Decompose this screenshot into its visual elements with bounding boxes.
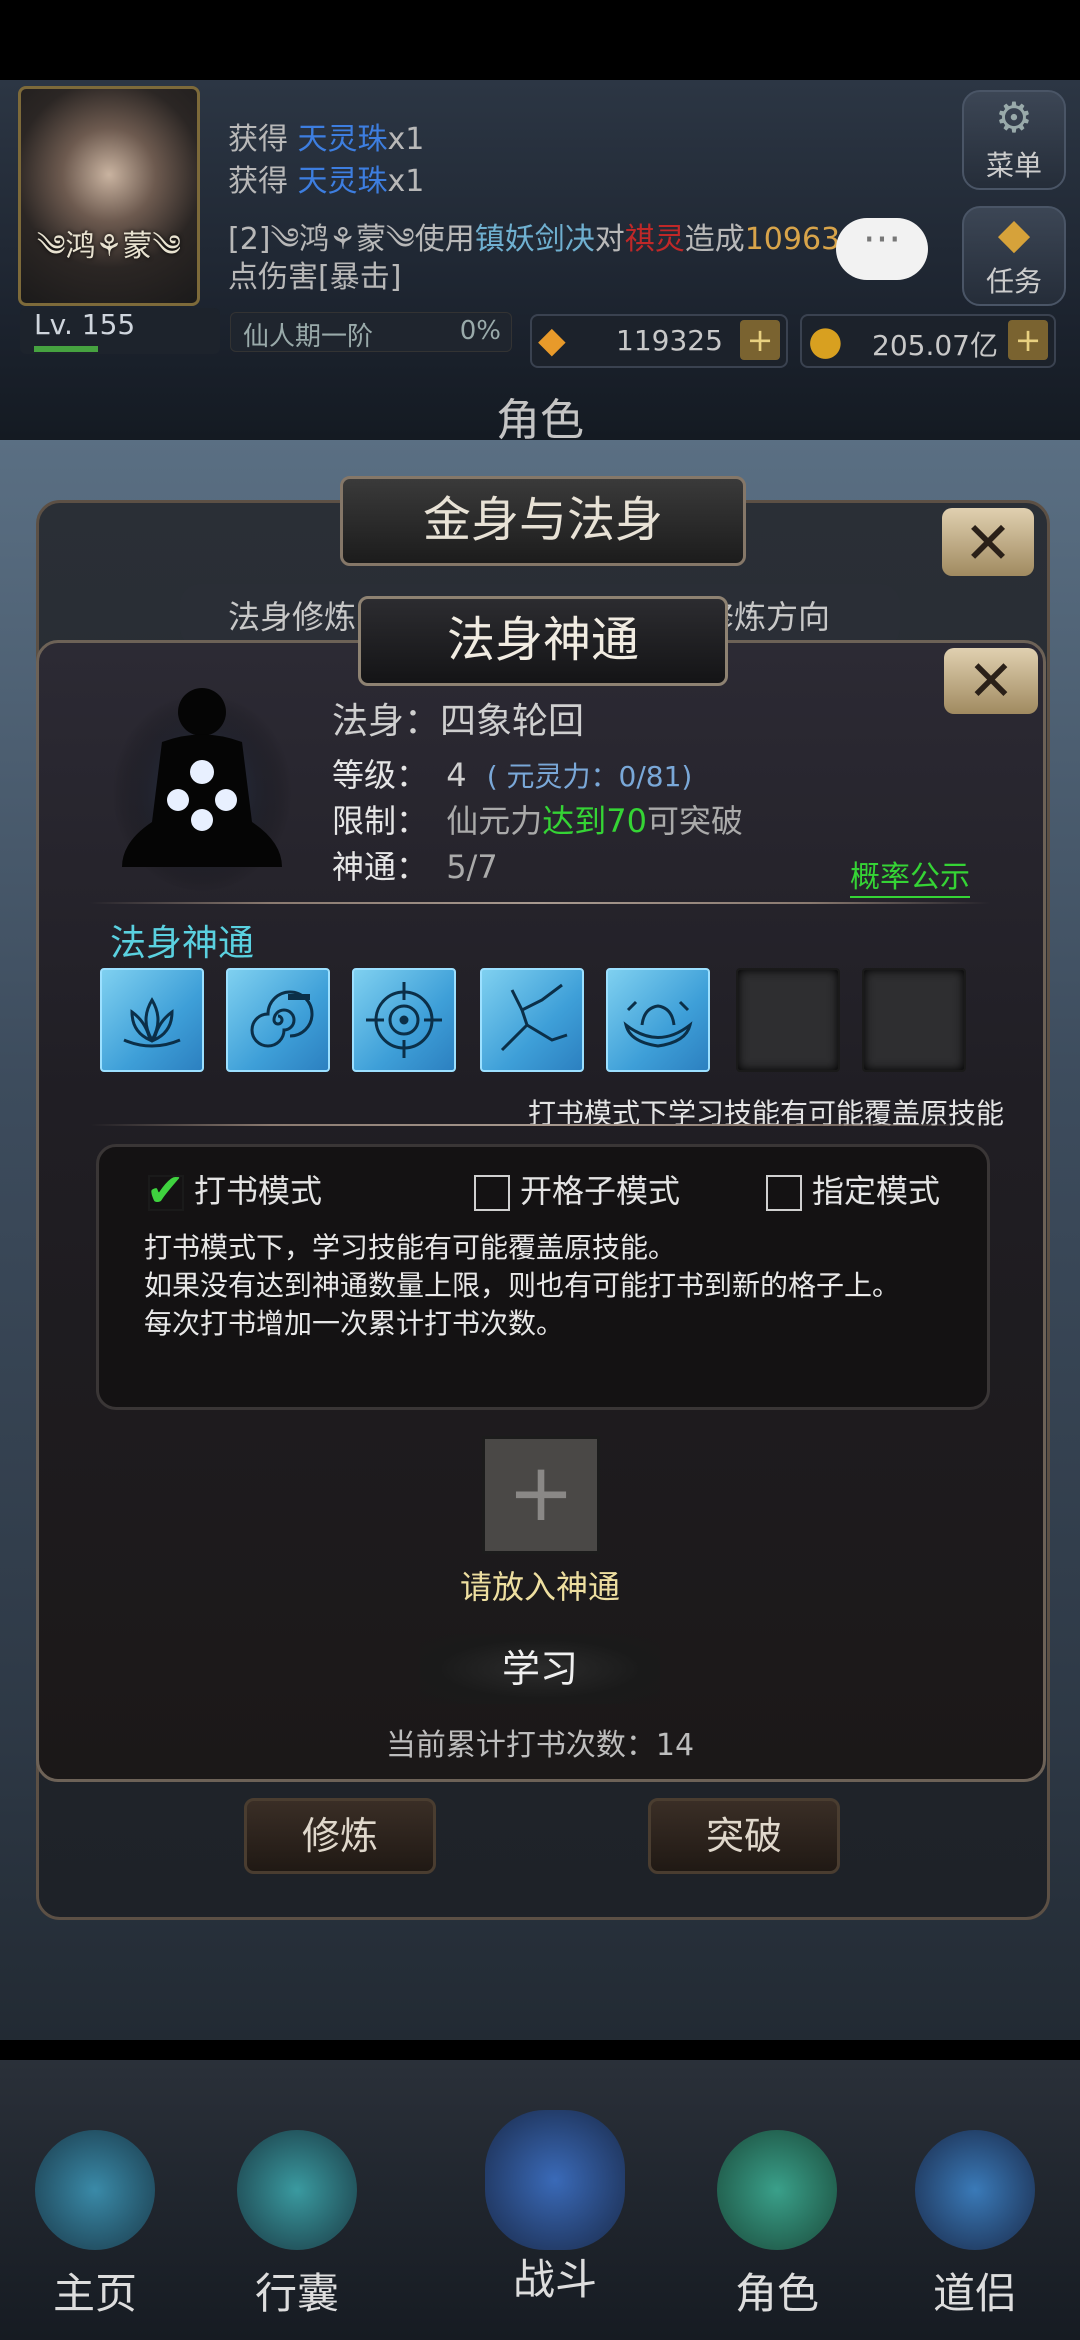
tab-body-training[interactable]: 法身修炼 xyxy=(228,592,356,638)
skill-slot-1[interactable] xyxy=(100,968,204,1072)
target-icon xyxy=(366,982,442,1058)
coin-icon: ● xyxy=(808,318,843,364)
outer-close-button[interactable]: ✕ xyxy=(942,508,1034,577)
probability-link[interactable]: 概率公示 xyxy=(850,852,970,898)
battle-icon xyxy=(485,2110,625,2250)
realm-progress: 0% xyxy=(459,316,501,346)
character-icon xyxy=(717,2130,837,2250)
meditating-figure-icon xyxy=(112,688,292,892)
skill-slot-7[interactable] xyxy=(862,968,966,1072)
skill-slot-6[interactable] xyxy=(736,968,840,1072)
plus-icon: + xyxy=(507,1446,575,1539)
body-name: 法身：四象轮回 xyxy=(332,701,585,742)
nav-bag[interactable]: 行囊 xyxy=(212,2130,382,2320)
limit-row: 限制： 仙元力达到70可突破 xyxy=(332,802,743,840)
checkbox-unchecked xyxy=(474,1175,510,1211)
task-button[interactable]: ◆ 任务 xyxy=(962,206,1066,306)
skill-slot-3[interactable] xyxy=(352,968,456,1072)
nav-partner[interactable]: 道侣 xyxy=(890,2130,1060,2320)
divider xyxy=(90,902,990,904)
diamond-icon: ◆ xyxy=(997,209,1031,258)
page-title: 角色 xyxy=(496,395,584,446)
mode-description-2: 如果没有达到神通数量上限，则也有可能打书到新的格子上。 xyxy=(144,1269,901,1302)
place-skill-label: 请放入神通 xyxy=(459,1568,620,1606)
realm-bar: 仙人期一阶 0% xyxy=(230,312,512,352)
level-row: 等级： 4 ( 元灵力：0/81) xyxy=(332,756,693,794)
spiral-icon xyxy=(250,990,314,1048)
gold-counter: ● 205.07亿 + xyxy=(800,314,1056,368)
crack-icon xyxy=(500,983,568,1052)
book-count-text: 当前累计打书次数：14 xyxy=(385,1728,695,1763)
log-item: 天灵珠 xyxy=(297,122,388,157)
status-bar xyxy=(0,0,1080,80)
battle-log-line-2: 点伤害[暴击] xyxy=(228,260,402,295)
nav-home[interactable]: 主页 xyxy=(10,2130,180,2320)
outer-panel-title: 金身与法身 xyxy=(340,476,746,566)
exp-bar xyxy=(34,346,98,352)
log-item: 天灵珠 xyxy=(297,164,388,199)
breakthrough-button[interactable]: 突破 xyxy=(648,1798,840,1874)
skill-slot-2[interactable] xyxy=(226,968,330,1072)
checkbox-checked: ✔ xyxy=(146,1167,185,1213)
learn-button[interactable]: 学习 xyxy=(420,1634,660,1704)
checkbox-unchecked xyxy=(766,1175,802,1211)
nav-character[interactable]: 角色 xyxy=(692,2130,862,2320)
inner-panel-title: 法身神通 xyxy=(358,596,728,686)
mode-book-checkbox[interactable]: ✔ 打书模式 xyxy=(146,1166,322,1213)
mode-open-slot-checkbox[interactable]: 开格子模式 xyxy=(474,1166,680,1212)
skill-count-row: 神通： 5/7 xyxy=(332,848,498,886)
skills-section-title: 法身神通 xyxy=(110,923,255,964)
bag-icon xyxy=(237,2130,357,2250)
realm-name: 仙人期一阶 xyxy=(243,322,374,352)
mode-description-1: 打书模式下，学习技能有可能覆盖原技能。 xyxy=(144,1231,677,1264)
gem-icon: ◆ xyxy=(538,320,566,361)
gem-counter: ◆ 119325 + xyxy=(530,314,788,368)
player-avatar[interactable]: ༄鸿⚘蒙༄ xyxy=(18,86,200,306)
log-line-1: 获得 天灵珠x1 xyxy=(228,122,425,157)
train-button[interactable]: 修炼 xyxy=(244,1798,436,1874)
home-icon xyxy=(35,2130,155,2250)
skill-slot-5[interactable] xyxy=(606,968,710,1072)
lotus-icon xyxy=(123,997,181,1048)
level-text: Lv. 155 xyxy=(34,308,136,341)
skill-input-slot[interactable]: + xyxy=(482,1436,600,1554)
mode-specify-checkbox[interactable]: 指定模式 xyxy=(766,1166,940,1212)
add-gems-button[interactable]: + xyxy=(740,320,780,360)
mode-description-3: 每次打书增加一次累计打书次数。 xyxy=(144,1307,565,1340)
partner-icon xyxy=(915,2130,1035,2250)
check-icon: ✔ xyxy=(146,1163,185,1217)
skill-slot-4[interactable] xyxy=(480,968,584,1072)
inner-close-button[interactable]: ✕ xyxy=(944,648,1038,714)
player-name: ༄鸿⚘蒙༄ xyxy=(36,229,182,264)
ingot-icon xyxy=(623,1000,693,1048)
divider xyxy=(90,1124,990,1126)
learn-hint: 打书模式下学习技能有可能覆盖原技能 xyxy=(528,1097,1005,1130)
menu-button[interactable]: ⚙ 菜单 xyxy=(962,90,1066,190)
chat-bubble-button[interactable]: ··· xyxy=(836,218,928,280)
add-gold-button[interactable]: + xyxy=(1008,320,1048,360)
log-line-2: 获得 天灵珠x1 xyxy=(228,164,425,199)
gear-icon: ⚙ xyxy=(995,93,1033,142)
nav-battle[interactable]: 战斗 xyxy=(470,2110,640,2304)
